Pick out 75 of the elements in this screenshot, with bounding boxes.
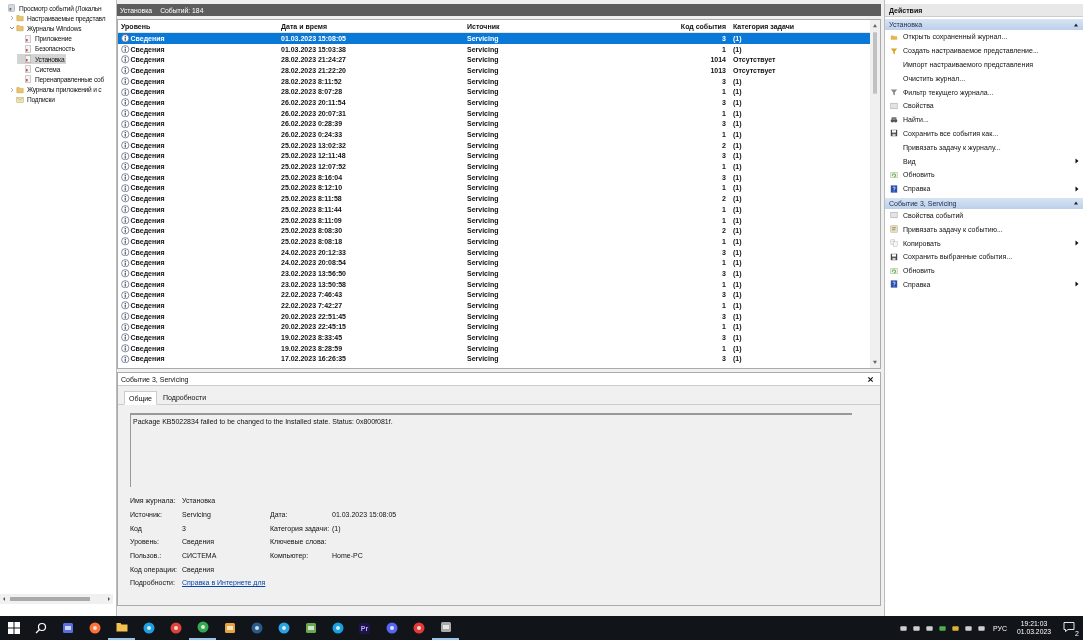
search-icon <box>34 622 47 634</box>
info-icon <box>121 247 130 257</box>
info-icon <box>121 162 130 171</box>
binoculars-icon <box>890 115 898 124</box>
copy-icon <box>890 239 898 248</box>
collapse-icon[interactable] <box>1073 21 1079 28</box>
info-icon <box>121 354 130 364</box>
info-icon <box>121 290 130 300</box>
app-icon <box>412 622 425 634</box>
info-icon <box>121 140 130 150</box>
horizontal-scrollbar[interactable] <box>0 594 113 604</box>
expander-icon[interactable] <box>9 25 15 32</box>
submenu-arrow-icon <box>1075 158 1079 165</box>
save-icon <box>890 252 898 261</box>
info-icon <box>121 311 130 321</box>
submenu-arrow-icon <box>1075 240 1079 247</box>
info-icon <box>121 34 130 43</box>
info-icon <box>121 226 130 235</box>
refresh-icon <box>890 170 898 179</box>
app-icon <box>142 622 155 634</box>
info-icon <box>121 205 130 214</box>
info-icon <box>121 183 130 193</box>
help-icon <box>890 280 898 289</box>
info-icon <box>121 344 130 353</box>
info-icon <box>121 108 130 118</box>
info-icon <box>121 119 130 129</box>
info-icon <box>121 215 130 225</box>
app-icon <box>250 622 263 634</box>
app-icon <box>304 622 317 634</box>
info-icon <box>121 301 130 310</box>
app-icon <box>61 622 74 634</box>
save-icon <box>890 129 898 138</box>
app-icon <box>277 622 290 634</box>
folder-icon <box>115 621 128 633</box>
app-icon <box>223 622 236 634</box>
info-icon <box>121 55 130 64</box>
app-icon <box>385 622 398 634</box>
subscriptions-icon <box>16 95 24 104</box>
folder-icon <box>16 85 24 94</box>
info-icon <box>121 130 130 139</box>
info-icon <box>121 44 130 54</box>
app-icon <box>169 622 182 634</box>
info-icon <box>121 66 130 75</box>
info-icon <box>121 98 130 107</box>
collapse-icon[interactable] <box>1073 200 1079 207</box>
info-icon <box>121 269 130 278</box>
event-viewer-icon <box>8 4 16 13</box>
info-icon <box>121 333 130 342</box>
vertical-scrollbar[interactable] <box>870 20 880 368</box>
info-icon <box>121 322 130 332</box>
refresh-icon <box>890 266 898 275</box>
notification-icon <box>1063 621 1075 633</box>
submenu-arrow-icon <box>1075 281 1079 288</box>
info-icon <box>121 279 130 289</box>
info-icon <box>121 237 130 246</box>
submenu-arrow-icon <box>1075 185 1079 192</box>
properties-icon <box>890 211 898 220</box>
info-icon <box>121 76 130 86</box>
app-icon <box>439 621 452 633</box>
filter-icon <box>890 46 898 55</box>
folder-icon <box>890 32 898 41</box>
close-icon[interactable] <box>867 375 874 383</box>
windows-logo-icon <box>7 622 20 634</box>
info-icon <box>121 173 130 182</box>
task-icon <box>890 225 898 234</box>
app-icon <box>331 622 344 634</box>
properties-icon <box>890 101 898 110</box>
info-icon <box>121 151 130 161</box>
help-icon <box>890 184 898 193</box>
app-icon <box>88 622 101 634</box>
info-icon <box>121 87 130 97</box>
info-icon <box>121 194 130 203</box>
app-icon <box>196 621 209 633</box>
filter-icon <box>890 88 898 97</box>
info-icon <box>121 258 130 268</box>
